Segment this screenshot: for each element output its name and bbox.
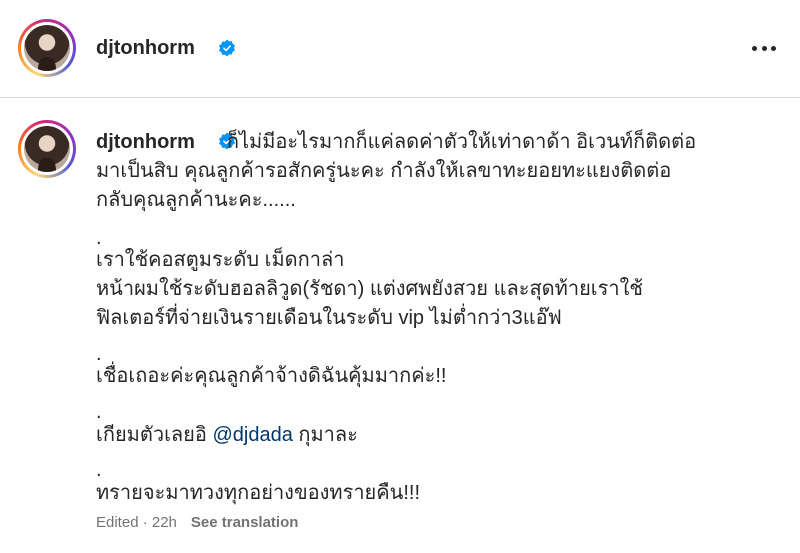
- see-translation-link[interactable]: See translation: [191, 514, 299, 531]
- caption-line: เชื่อเถอะค่ะคุณลูกค้าจ้างดิฉันคุ้มมากค่ะ…: [96, 365, 447, 387]
- header-username[interactable]: djtonhorm: [96, 35, 195, 61]
- caption-line: กลับคุณลูกค้านะคะ......: [96, 189, 296, 211]
- profile-avatar[interactable]: [18, 19, 76, 77]
- caption-meta: Edited · 22h See translation: [96, 514, 298, 531]
- caption-line: หน้าผมใช้ระดับฮอลลิวูด(รัชดา) แต่งศพยังส…: [96, 278, 643, 300]
- caption-line: เราใช้คอสตูมระดับ เม็ดกาล่า: [96, 249, 345, 271]
- avatar-image: [24, 126, 70, 172]
- more-options-icon[interactable]: [752, 44, 776, 52]
- caption-line-mention: เกียมตัวเลยอิ @djdada กุมาละ: [96, 424, 358, 446]
- verified-badge-icon: [218, 39, 236, 57]
- caption-line: ฟิลเตอร์ที่จ่ายเงินรายเดือนในระดับ vip ไ…: [96, 307, 562, 329]
- caption-line: มาเป็นสิบ คุณลูกค้ารอสักครู่นะคะ กำลังให…: [96, 160, 672, 182]
- caption-line: djtonhorm ก็ไม่มีอะไรมากก็แค่ลดค่าตัวให้เ…: [96, 131, 697, 153]
- mention-link[interactable]: @djdada: [212, 424, 292, 446]
- caption-username[interactable]: djtonhorm: [96, 131, 195, 153]
- post-header: djtonhorm: [0, 0, 800, 98]
- caption-line: ทรายจะมาทวงทุกอย่างของทรายคืน!!!: [96, 482, 420, 504]
- avatar-image: [24, 25, 70, 71]
- caption-avatar[interactable]: [18, 120, 76, 178]
- edited-timestamp: Edited · 22h: [96, 514, 177, 531]
